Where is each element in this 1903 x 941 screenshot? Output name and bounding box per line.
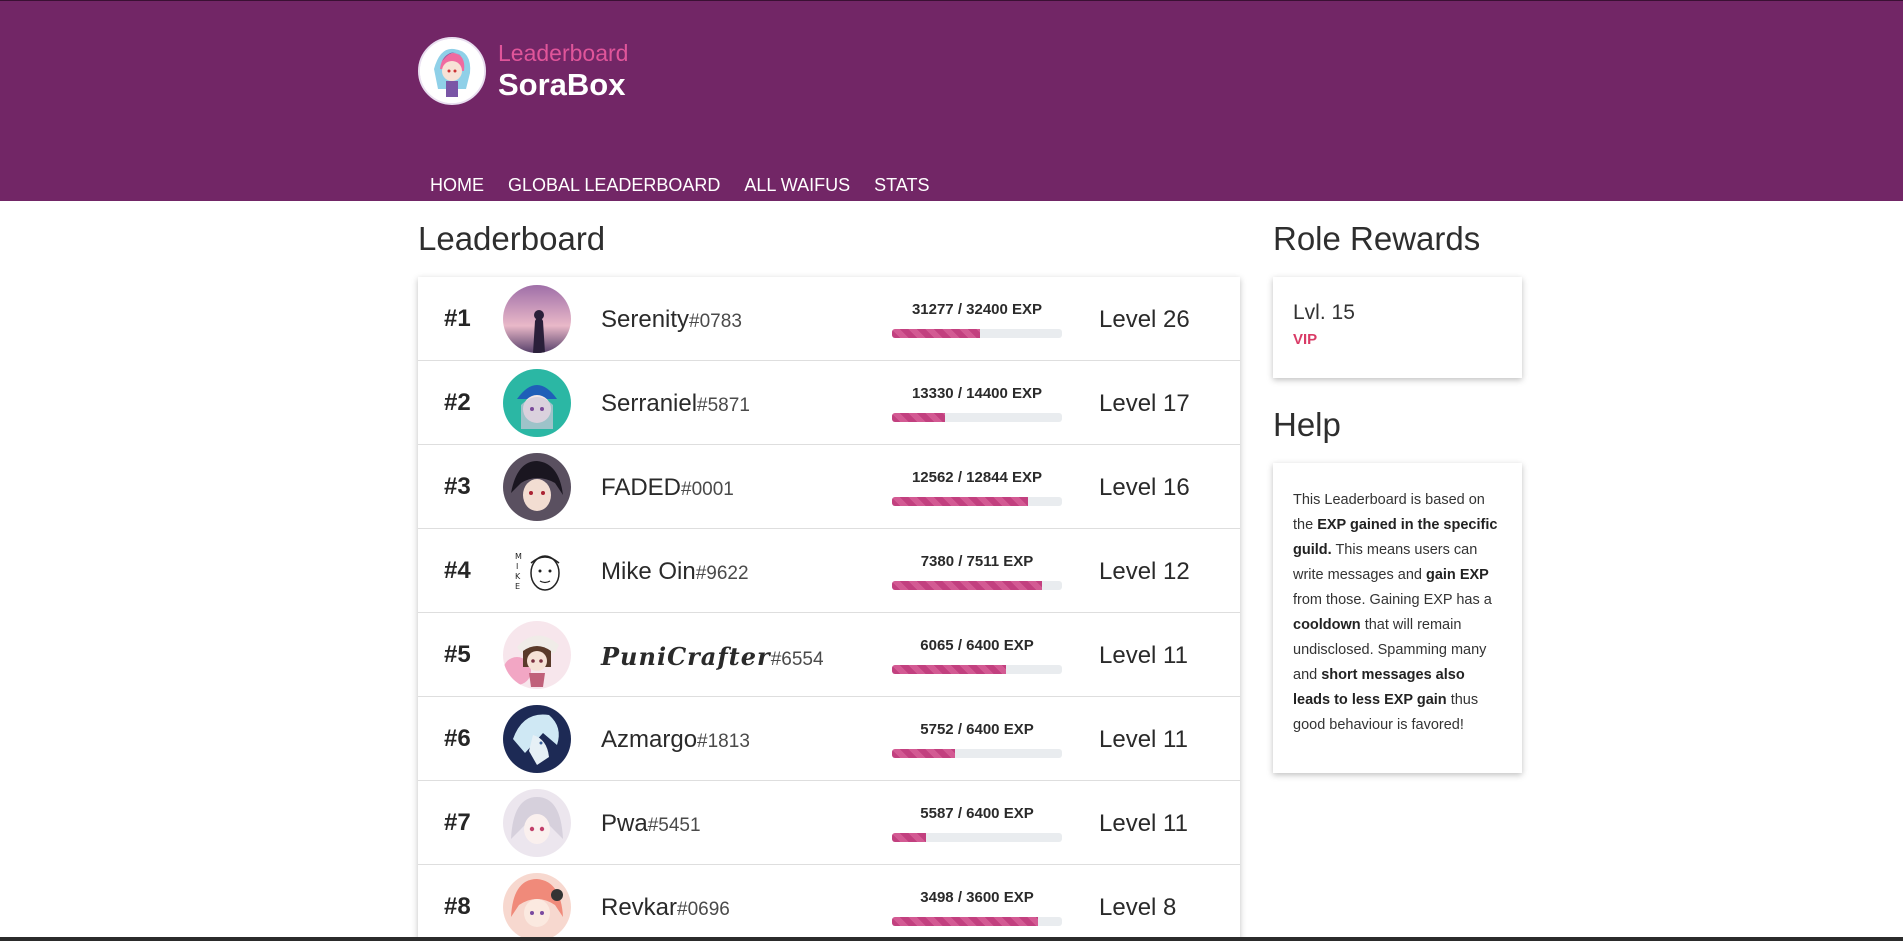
nav-global-leaderboard[interactable]: GLOBAL LEADERBOARD [496,175,732,196]
exp-progress-fill [892,329,981,338]
exp-progress-fill [892,665,1006,674]
discriminator: #0001 [681,479,734,500]
brand-text: Leaderboard SoraBox [498,39,628,103]
help-text: This Leaderboard is based on the EXP gai… [1293,492,1498,733]
avatar [503,369,571,437]
avatar [503,285,571,353]
leaderboard-row[interactable]: #5 PuniCrafter#6554 6065 / 6400 EXP Leve… [418,613,1240,697]
exp-label: 31277 / 32400 EXP [911,301,1043,318]
exp-progress-bar [892,749,1062,758]
rank: #4 [444,557,471,584]
discriminator: #1813 [697,731,750,752]
discriminator: #0696 [677,899,730,920]
nav-home[interactable]: HOME [418,175,496,196]
help-title: Help [1273,406,1341,443]
bottom-edge [0,937,1903,941]
exp-progress-fill [892,413,945,422]
username: Revkar#0696 [601,894,730,921]
leaderboard-row[interactable]: #8 Revkar#0696 3498 / 3600 EXP Level 8 [418,865,1240,941]
exp-progress-bar [892,665,1062,674]
level: Level 11 [1099,726,1188,753]
level: Level 16 [1099,474,1190,501]
exp-progress-bar [892,833,1062,842]
exp-progress-fill [892,917,1039,926]
rank: #1 [444,305,471,332]
exp-label: 5752 / 6400 EXP [920,721,1034,738]
level: Level 26 [1099,306,1190,333]
rank: #5 [444,641,471,668]
leaderboard-row[interactable]: #2 Serraniel#5871 13330 / 14400 EXP Leve… [418,361,1240,445]
exp-progress-fill [892,497,1028,506]
leaderboard-row[interactable]: #3 FADED#0001 12562 / 12844 EXP Level 16 [418,445,1240,529]
leaderboard-list: #1 Serenity#0783 31277 / 32400 EXP Level… [418,277,1240,941]
exp-progress-bar [892,497,1062,506]
exp-label: 3498 / 3600 EXP [920,889,1034,906]
leaderboard-row[interactable]: #1 Serenity#0783 31277 / 32400 EXP Level… [418,277,1240,361]
brand-title: SoraBox [498,67,626,102]
exp-progress-bar [892,413,1062,422]
main-nav: HOME GLOBAL LEADERBOARD ALL WAIFUS STATS [418,175,941,196]
discriminator: #0783 [689,311,742,332]
exp-label: 13330 / 14400 EXP [911,385,1043,402]
brand-subtitle: Leaderboard [498,40,629,66]
username: Serraniel#5871 [601,390,750,417]
avatar [503,621,571,689]
leaderboard-row[interactable]: #7 Pwa#5451 5587 / 6400 EXP Level 11 [418,781,1240,865]
rank: #2 [444,389,471,416]
rank: #8 [444,893,471,920]
level: Level 8 [1099,894,1177,921]
exp-progress-bar [892,581,1062,590]
logo-character-image [420,39,484,103]
level: Level 12 [1099,558,1190,585]
rank: #6 [444,725,471,752]
reward-role-badge: VIP [1293,331,1318,348]
exp-label: 12562 / 12844 EXP [911,469,1043,486]
discriminator: #9622 [695,563,749,584]
brand[interactable]: Leaderboard SoraBox [418,37,628,105]
exp-label: 7380 / 7511 EXP [920,553,1034,570]
exp-progress-bar [892,329,1062,338]
exp-label: 5587 / 6400 EXP [920,805,1034,822]
rank: #7 [444,809,471,836]
exp-progress-fill [892,581,1042,590]
exp-progress-fill [892,749,955,758]
exp-progress-bar [892,917,1062,926]
username: FADED#0001 [601,474,734,501]
leaderboard-row[interactable]: #6 Azmargo#1813 5752 / 6400 EXP Level 11 [418,697,1240,781]
site-header: Leaderboard SoraBox HOME GLOBAL LEADERBO… [0,0,1903,201]
svg-text:I: I [516,562,518,571]
level: Level 11 [1099,810,1188,837]
reward-level: Lvl. 15 [1293,301,1355,324]
help-card: This Leaderboard is based on the EXP gai… [1273,463,1522,773]
exp-label: 6065 / 6400 EXP [920,637,1034,654]
username: Mike Oin#9622 [601,558,749,585]
brand-logo [418,37,486,105]
exp-progress-fill [892,833,926,842]
username: PuniCrafter#6554 [601,642,824,671]
role-reward-card: Lvl. 15 VIP [1273,277,1522,378]
avatar [503,873,571,941]
avatar [503,789,571,857]
avatar: MIKE [503,537,571,605]
username: Azmargo#1813 [601,726,750,753]
level: Level 17 [1099,390,1190,417]
svg-text:E: E [515,582,520,591]
role-rewards-title: Role Rewards [1273,220,1481,257]
nav-stats[interactable]: STATS [862,175,941,196]
discriminator: #5871 [697,395,750,416]
leaderboard-row[interactable]: #4 MIKE Mike Oin#9622 7380 / 7511 EXP Le… [418,529,1240,613]
avatar [503,705,571,773]
svg-text:M: M [515,552,522,561]
avatar [503,453,571,521]
leaderboard-title: Leaderboard [418,220,606,257]
username: Serenity#0783 [601,306,742,333]
rank: #3 [444,473,471,500]
discriminator: #6554 [770,649,824,670]
discriminator: #5451 [647,815,701,836]
svg-text:K: K [515,572,521,581]
nav-all-waifus[interactable]: ALL WAIFUS [732,175,862,196]
username: Pwa#5451 [601,810,701,837]
level: Level 11 [1099,642,1188,669]
